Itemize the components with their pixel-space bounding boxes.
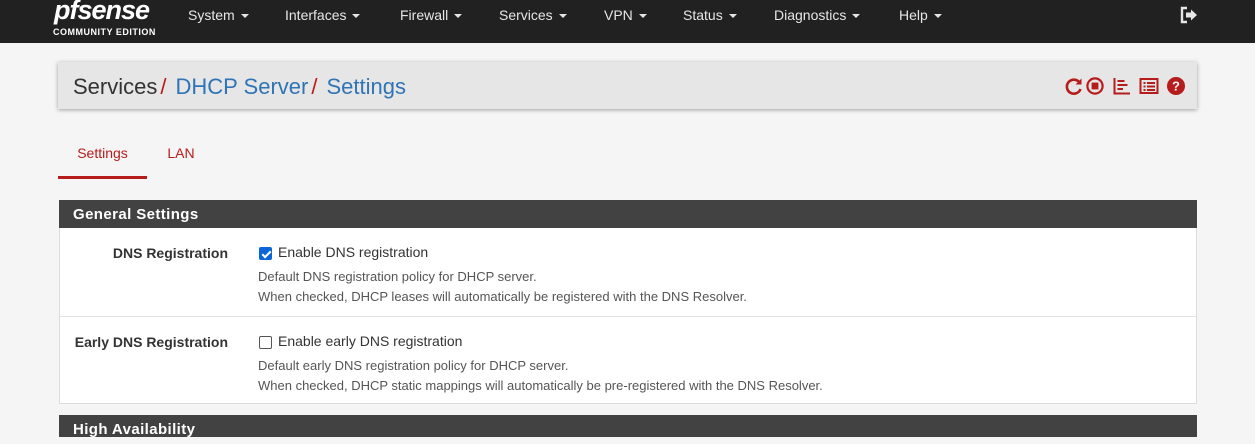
tab-lan[interactable]: LAN — [155, 138, 207, 179]
nav-menu-label: Status — [683, 7, 723, 23]
nav-menu-interfaces[interactable]: Interfaces — [285, 0, 361, 31]
breadcrumb-separator: / — [311, 74, 318, 99]
panel-title: General Settings — [73, 206, 199, 223]
nav-menu-help[interactable]: Help — [899, 0, 942, 31]
early-dns-registration-checkbox[interactable] — [259, 336, 272, 349]
dns-registration-checkbox[interactable] — [259, 247, 272, 260]
tab-label: Settings — [77, 145, 128, 161]
caret-down-icon — [638, 14, 647, 19]
dns-registration-checkbox-label[interactable]: Enable DNS registration — [278, 244, 428, 260]
early-dns-registration-help-line-2: When checked, DHCP static mappings will … — [258, 378, 823, 393]
nav-menu-label: Diagnostics — [774, 7, 847, 23]
dns-registration-label: DNS Registration — [112, 245, 228, 261]
early-dns-registration-label: Early DNS Registration — [74, 334, 228, 350]
sign-out-icon[interactable] — [1178, 4, 1200, 26]
high-availability-heading: High Availability — [59, 415, 1197, 438]
caret-down-icon — [454, 14, 463, 19]
nav-menu-status[interactable]: Status — [683, 0, 737, 31]
logo-brand: pfsense — [54, 0, 150, 25]
breadcrumb-link-dhcp-server[interactable]: DHCP Server — [175, 74, 308, 99]
general-settings-panel: DNS Registration Enable DNS registration… — [59, 228, 1197, 404]
caret-down-icon — [728, 14, 737, 19]
breadcrumb-actions: ? — [1064, 76, 1185, 96]
tab-label: LAN — [167, 145, 195, 161]
caret-down-icon — [852, 14, 861, 19]
top-navbar: pfsense COMMUNITY EDITION System Interfa… — [0, 0, 1255, 43]
tab-settings[interactable]: Settings — [58, 138, 147, 179]
early-dns-registration-help-line-1: Default early DNS registration policy fo… — [258, 358, 569, 373]
nav-menu-vpn[interactable]: VPN — [604, 0, 647, 31]
nav-menu-label: Firewall — [400, 7, 449, 23]
nav-menu-label: Help — [899, 7, 928, 23]
nav-menu-label: VPN — [604, 7, 633, 23]
nav-menu-label: System — [188, 7, 235, 23]
nav-menu-diagnostics[interactable]: Diagnostics — [774, 0, 861, 31]
nav-menu-label: Services — [499, 7, 553, 23]
early-dns-registration-checkbox-label[interactable]: Enable early DNS registration — [278, 333, 462, 349]
breadcrumb-link-settings[interactable]: Settings — [326, 74, 406, 99]
caret-down-icon — [933, 14, 942, 19]
early-dns-registration-row: Early DNS Registration Enable early DNS … — [60, 316, 1196, 404]
nav-menu-firewall[interactable]: Firewall — [400, 0, 463, 31]
stop-circle-icon[interactable] — [1085, 76, 1105, 96]
dns-registration-row: DNS Registration Enable DNS registration… — [60, 228, 1196, 315]
nav-menu-services[interactable]: Services — [499, 0, 567, 31]
nav-menu-label: Interfaces — [285, 7, 347, 23]
breadcrumb: Services / DHCP Server / Settings ? — [58, 62, 1197, 109]
dns-registration-help-line-1: Default DNS registration policy for DHCP… — [258, 269, 537, 284]
general-settings-heading: General Settings — [59, 200, 1197, 229]
caret-down-icon — [240, 14, 249, 19]
help-icon[interactable]: ? — [1166, 76, 1186, 96]
caret-down-icon — [558, 14, 567, 19]
pfsense-logo[interactable]: pfsense COMMUNITY EDITION — [52, 0, 162, 43]
panel-title: High Availability — [73, 421, 196, 438]
dns-registration-help-line-2: When checked, DHCP leases will automatic… — [258, 289, 747, 304]
breadcrumb-root: Services — [73, 74, 158, 99]
breadcrumb-trail: Services / DHCP Server / Settings — [73, 62, 406, 109]
list-icon[interactable] — [1139, 76, 1159, 96]
bar-chart-icon[interactable] — [1112, 76, 1132, 96]
logo-edition: COMMUNITY EDITION — [53, 27, 156, 37]
breadcrumb-separator: / — [160, 74, 167, 99]
svg-text:?: ? — [1172, 79, 1180, 94]
caret-down-icon — [352, 14, 361, 19]
reload-icon[interactable] — [1064, 76, 1084, 96]
nav-menu-system[interactable]: System — [188, 0, 249, 31]
